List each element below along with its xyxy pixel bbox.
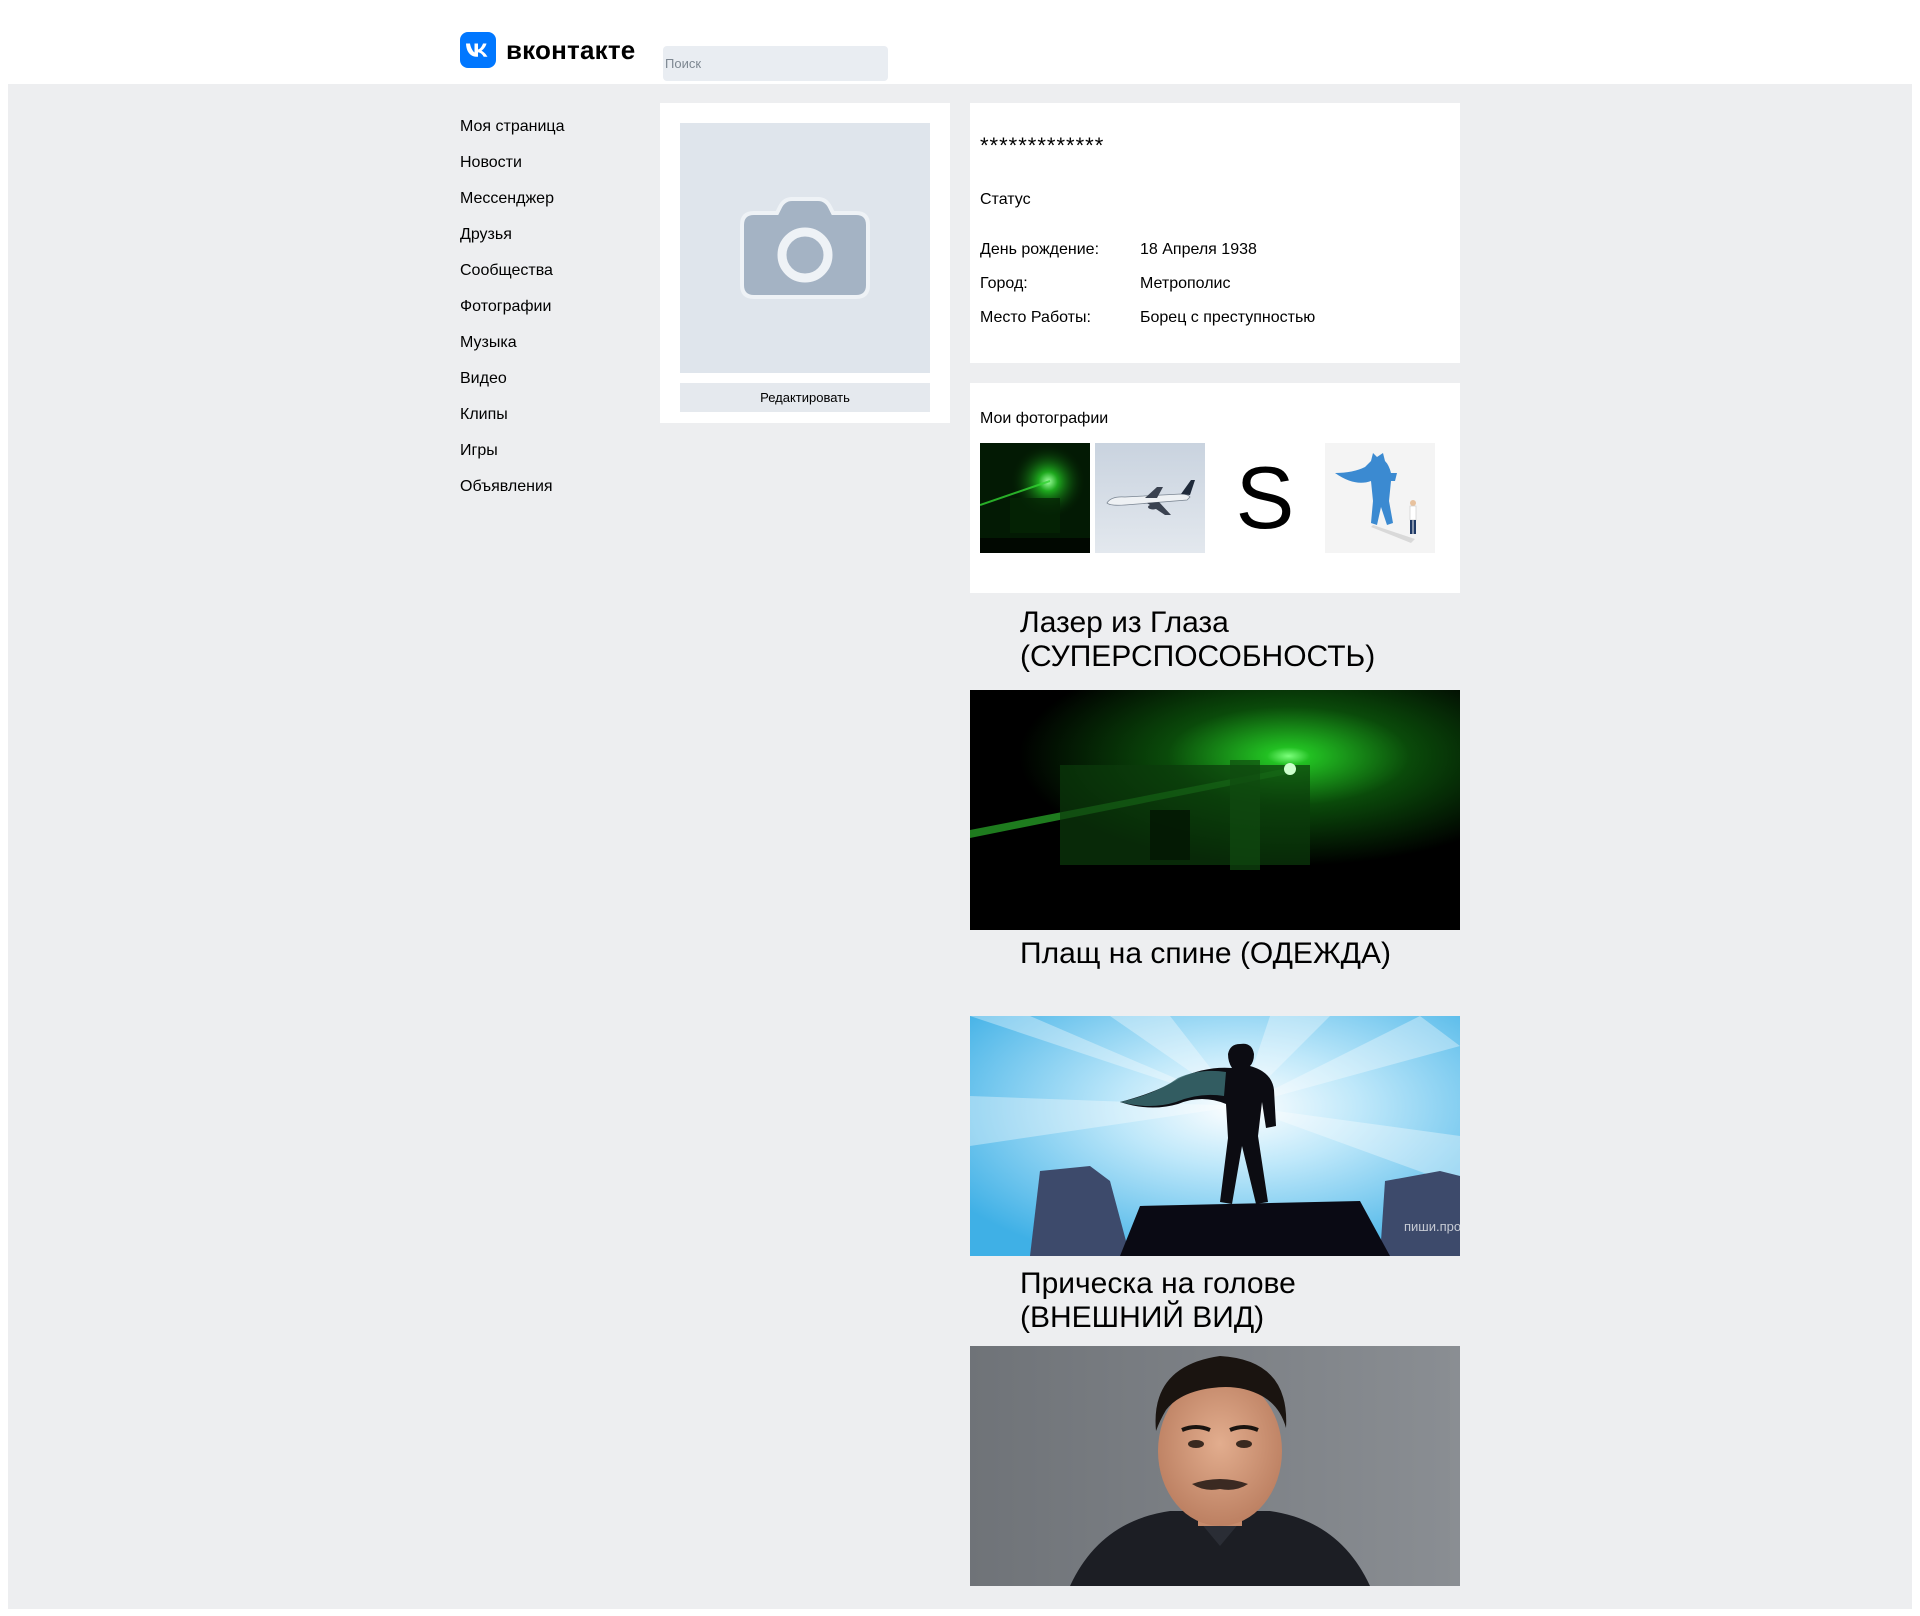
- sidebar-item-my-page[interactable]: Моя страница: [460, 116, 564, 152]
- watermark-text: пиши.про: [1404, 1219, 1460, 1234]
- vk-logo-icon: [460, 32, 496, 68]
- sidebar-item-messenger[interactable]: Мессенджер: [460, 188, 564, 224]
- sidebar-item-video[interactable]: Видео: [460, 368, 564, 404]
- sidebar-item-friends[interactable]: Друзья: [460, 224, 564, 260]
- info-value: Борец с преступностью: [1140, 309, 1316, 326]
- laser-photo[interactable]: [980, 443, 1090, 553]
- info-value: Метрополис: [1140, 275, 1231, 292]
- info-key: День рождение:: [980, 241, 1100, 258]
- sidebar-item-games[interactable]: Игры: [460, 440, 564, 476]
- s-letter-text: S: [1210, 443, 1320, 553]
- photos-card: Мои фотографии S: [970, 383, 1460, 593]
- edit-profile-button[interactable]: Редактировать: [680, 383, 930, 412]
- page-background: [8, 84, 1912, 1609]
- post-title-laser: Лазер из Глаза (СУПЕРСПОСОБНОСТЬ): [1020, 606, 1376, 673]
- logo-text: вконтакте: [506, 34, 636, 65]
- profile-info-card: ************* Статус День рождение: 18 Ап…: [970, 103, 1460, 363]
- info-key: Город:: [980, 275, 1028, 292]
- info-row-work: Место Работы: Борец с преступностью: [980, 309, 1315, 327]
- header: вконтакте: [0, 0, 1920, 84]
- search-input[interactable]: [663, 46, 888, 81]
- superhero-cape-image[interactable]: пиши.про: [970, 1016, 1460, 1256]
- vk-logo[interactable]: вконтакте: [460, 32, 635, 68]
- airplane-photo[interactable]: [1095, 443, 1205, 553]
- sidebar-item-news[interactable]: Новости: [460, 152, 564, 188]
- superhero-shadow-photo[interactable]: [1325, 443, 1435, 553]
- avatar-card: Редактировать: [660, 103, 950, 423]
- sidebar-item-music[interactable]: Музыка: [460, 332, 564, 368]
- post-title-cape: Плащ на спине (ОДЕЖДА): [1020, 937, 1391, 970]
- man-portrait-image[interactable]: [970, 1346, 1460, 1586]
- camera-icon: [740, 197, 870, 299]
- photos-title[interactable]: Мои фотографии: [980, 410, 1108, 428]
- profile-name: *************: [980, 133, 1105, 158]
- sidebar-item-photos[interactable]: Фотографии: [460, 296, 564, 332]
- info-row-birthday: День рождение: 18 Апреля 1938: [980, 241, 1257, 259]
- profile-status[interactable]: Статус: [980, 191, 1031, 209]
- info-row-city: Город: Метрополис: [980, 275, 1230, 293]
- post-title-hair: Прическа на голове (ВНЕШНИЙ ВИД): [1020, 1267, 1296, 1334]
- sidebar-item-ads[interactable]: Объявления: [460, 476, 564, 512]
- green-laser-image[interactable]: [970, 690, 1460, 930]
- sidebar-item-clips[interactable]: Клипы: [460, 404, 564, 440]
- info-key: Место Работы:: [980, 309, 1091, 326]
- sidebar: Моя страница Новости Мессенджер Друзья С…: [460, 116, 564, 512]
- sidebar-item-communities[interactable]: Сообщества: [460, 260, 564, 296]
- info-value: 18 Апреля 1938: [1140, 241, 1257, 258]
- s-letter-photo[interactable]: S: [1210, 443, 1320, 553]
- avatar[interactable]: [680, 123, 930, 373]
